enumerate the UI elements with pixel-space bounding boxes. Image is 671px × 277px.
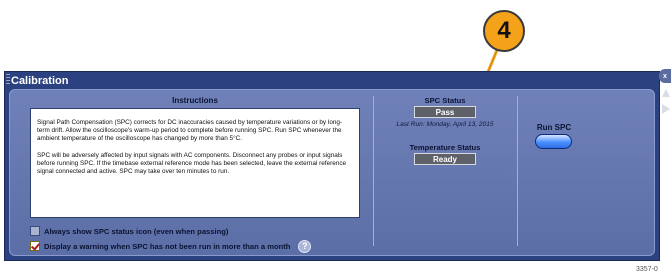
- display-warning-checkbox[interactable]: [30, 241, 40, 251]
- temperature-status-label: Temperature Status: [409, 143, 481, 152]
- close-button[interactable]: x: [659, 69, 671, 83]
- window-title: Calibration: [11, 75, 69, 87]
- drag-handle[interactable]: [6, 74, 10, 84]
- callout-badge: 4: [483, 10, 525, 52]
- always-show-option[interactable]: Always show SPC status icon (even when p…: [30, 224, 228, 238]
- display-warning-label: Display a warning when SPC has not been …: [44, 241, 291, 251]
- close-icon: x: [663, 72, 667, 80]
- temperature-status-value: Ready: [414, 153, 476, 165]
- divider-right: [517, 96, 518, 246]
- figure-code: 3357-0: [636, 266, 658, 273]
- help-icon[interactable]: ?: [298, 239, 312, 253]
- run-spc-button[interactable]: [535, 134, 572, 149]
- callout-number: 4: [497, 17, 511, 44]
- always-show-label: Always show SPC status icon (even when p…: [44, 226, 229, 236]
- expand-right-icon[interactable]: [662, 104, 670, 114]
- last-run-text: Last Run: Monday, April 13, 2015: [396, 121, 494, 128]
- always-show-checkbox[interactable]: [30, 226, 40, 236]
- instructions-text-box: Signal Path Compensation (SPC) corrects …: [30, 108, 360, 218]
- spc-status-value: Pass: [414, 106, 476, 118]
- instructions-paragraph-1: Signal Path Compensation (SPC) corrects …: [37, 119, 343, 143]
- spc-status-label: SPC Status: [424, 96, 466, 105]
- instructions-heading: Instructions: [172, 96, 218, 105]
- calibration-window: Calibration Instructions Signal Path Com…: [4, 71, 660, 261]
- scroll-up-icon[interactable]: [662, 89, 670, 97]
- run-spc-label: Run SPC: [536, 123, 572, 132]
- display-warning-option[interactable]: Display a warning when SPC has not been …: [30, 239, 312, 253]
- divider-left: [373, 96, 374, 246]
- instructions-paragraph-2: SPC will be adversely affected by input …: [37, 151, 347, 176]
- calibration-panel: Instructions Signal Path Compensation (S…: [9, 89, 655, 256]
